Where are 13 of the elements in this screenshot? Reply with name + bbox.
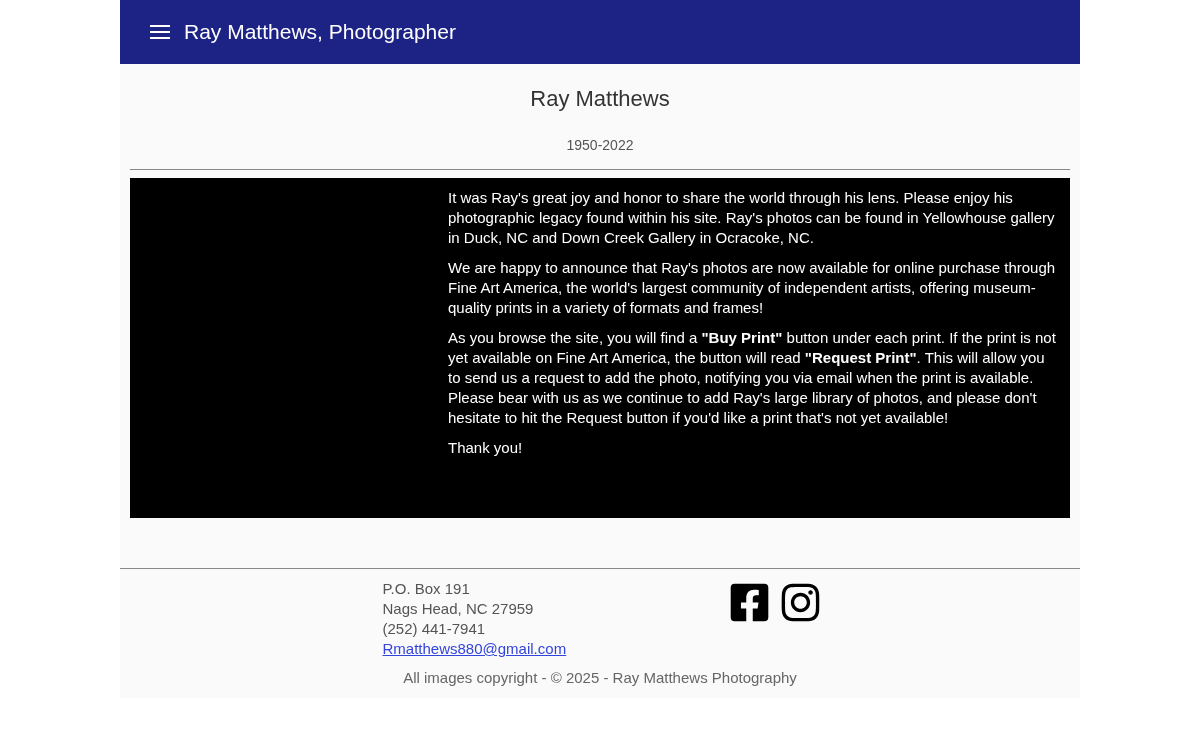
intro-paragraph: It was Ray's great joy and honor to share the world through his lens. Please enjoy his photographic legacy found within his site. Ray's photos can be found in Yellowhouse gallery in Duck, NC and Down Creek Gallery in Ocracoke, NC. [448, 188, 1056, 248]
intro-paragraph: As you browse the site, you will find a "Buy Print" button under each print. If the print is not yet available on Fine Art America, the button will read "Request Print". This will allow you to send us a request to add the photo, notifying you via email when the print is available. Please bear with us as we continue to add Ray's large library of photos, and please don't hesitate to hit the Request button if you'd like a print that's not yet available! [448, 328, 1056, 428]
copyright-text: All images copyright - © 2025 - Ray Matthews Photography [403, 669, 797, 686]
intro-paragraph: We are happy to announce that Ray's photos are now available for online purchase through Fine Art America, the world's largest community of independent artists, offering museum-quality prints in a variety of formats and frames! [448, 258, 1056, 318]
intro-paragraph: Thank you! [448, 438, 524, 458]
email-link[interactable]: Rmatthews880@gmail.com [382, 639, 567, 659]
profile-years: 1950-2022 [566, 137, 634, 153]
address-line: Nags Head, NC 27959 [382, 599, 535, 619]
address-line: P.O. Box 191 [382, 579, 471, 599]
menu-icon[interactable] [150, 25, 170, 39]
profile-name: Ray Matthews [530, 86, 670, 112]
address-line: (252) 441-7941 [382, 619, 487, 639]
site-title: Ray Matthews, Photographer [184, 20, 456, 44]
